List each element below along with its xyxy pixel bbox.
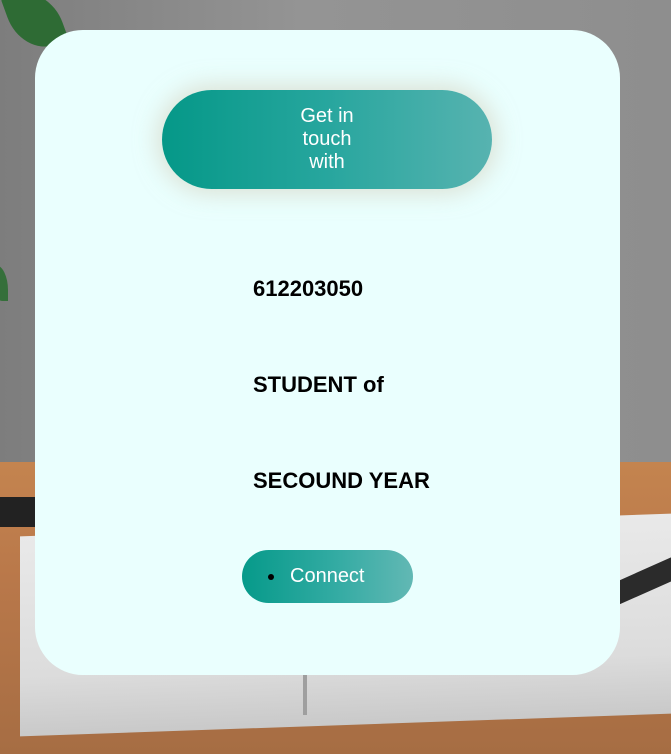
bullet-icon	[268, 574, 274, 580]
student-role: STUDENT of	[253, 372, 384, 397]
get-in-touch-button[interactable]: Get in touch with	[162, 90, 492, 189]
profile-card: Get in touch with 612203050 STUDENT of S…	[35, 30, 620, 675]
get-in-touch-label: Get in touch with	[300, 105, 354, 173]
background-clip	[0, 497, 40, 527]
student-year: SECOUND YEAR	[253, 468, 430, 493]
connect-button[interactable]: Connect	[242, 550, 413, 603]
connect-label: Connect	[290, 565, 365, 587]
student-id: 612203050	[253, 276, 364, 301]
